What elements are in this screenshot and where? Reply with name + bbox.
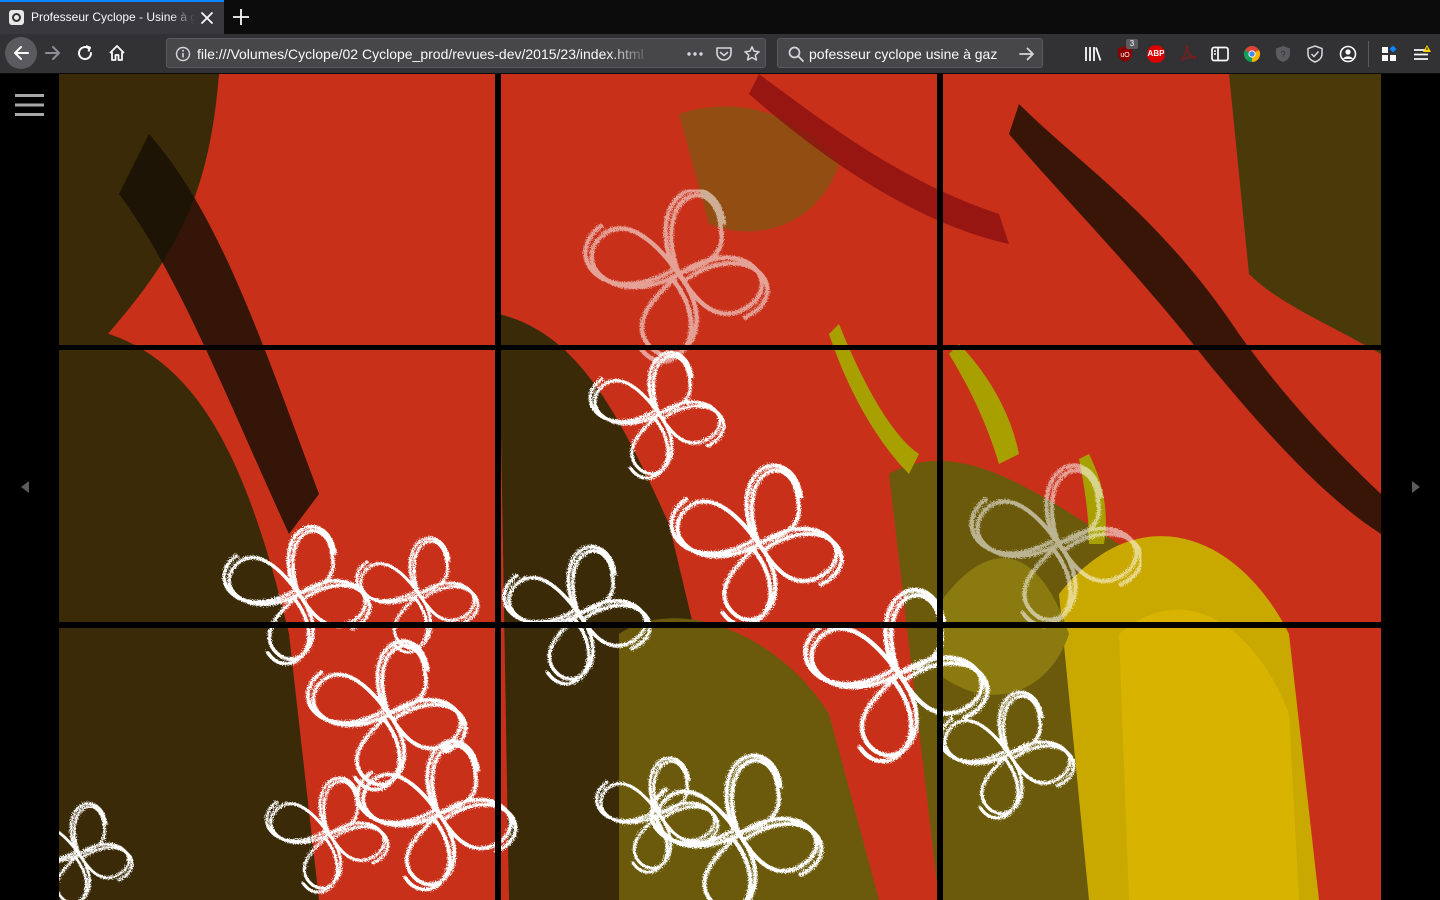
search-bar[interactable]: pofesseur cyclope usine à gaz xyxy=(777,38,1043,68)
back-arrow-icon xyxy=(14,46,29,60)
tab-title: Professeur Cyclope - Usine à gaz xyxy=(31,10,195,24)
home-button[interactable] xyxy=(104,40,132,68)
search-input[interactable]: pofesseur cyclope usine à gaz xyxy=(809,46,997,62)
back-button[interactable] xyxy=(5,37,37,69)
search-icon xyxy=(787,45,805,68)
shield-icon[interactable] xyxy=(1305,44,1325,64)
forward-button[interactable] xyxy=(40,40,68,68)
pocket-icon[interactable] xyxy=(715,45,733,68)
pdf-icon[interactable] xyxy=(1178,44,1198,64)
forward-arrow-icon xyxy=(45,46,60,60)
tab-strip: Professeur Cyclope - Usine à gaz xyxy=(0,0,1440,34)
next-arrow-icon[interactable] xyxy=(1410,480,1422,499)
sidebar-icon[interactable] xyxy=(1210,44,1230,64)
new-tab-plus-icon[interactable] xyxy=(230,6,252,28)
tab-active[interactable]: Professeur Cyclope - Usine à gaz xyxy=(0,0,224,34)
close-tab-icon[interactable] xyxy=(199,10,215,26)
go-arrow-icon[interactable] xyxy=(1018,45,1036,68)
page-viewport xyxy=(0,74,1440,900)
navigation-toolbar: file:///Volumes/Cyclope/02 Cyclope_prod/… xyxy=(0,34,1440,74)
svg-text:?: ? xyxy=(1280,50,1285,60)
url-text[interactable]: file:///Volumes/Cyclope/02 Cyclope_prod/… xyxy=(197,46,652,62)
adblock-label: ABP xyxy=(1147,49,1165,58)
home-icon xyxy=(109,45,125,61)
page-actions-icon[interactable] xyxy=(685,45,705,68)
extensions-icon[interactable] xyxy=(1379,44,1399,64)
hamburger-icon[interactable] xyxy=(15,94,44,116)
site-favicon-icon xyxy=(9,10,24,25)
reload-icon xyxy=(78,45,93,61)
prev-arrow-icon[interactable] xyxy=(19,480,31,499)
ublock-badge: 3 xyxy=(1126,39,1138,49)
bookmark-star-icon[interactable] xyxy=(743,45,761,68)
info-icon[interactable] xyxy=(175,46,191,67)
address-bar[interactable]: file:///Volumes/Cyclope/02 Cyclope_prod/… xyxy=(166,38,766,68)
flower-artwork xyxy=(59,74,1381,900)
chrome-icon[interactable] xyxy=(1242,44,1262,64)
privacy-badger-icon[interactable]: ? xyxy=(1273,44,1293,64)
library-icon[interactable] xyxy=(1083,44,1103,64)
reload-button[interactable] xyxy=(72,40,100,68)
artwork-grid[interactable] xyxy=(59,74,1381,900)
svg-text:uO: uO xyxy=(1120,52,1130,59)
account-icon[interactable] xyxy=(1338,44,1358,64)
toolbar-separator xyxy=(1368,41,1369,67)
menu-icon[interactable] xyxy=(1411,44,1431,64)
adblock-plus-icon[interactable]: ABP xyxy=(1146,44,1166,64)
